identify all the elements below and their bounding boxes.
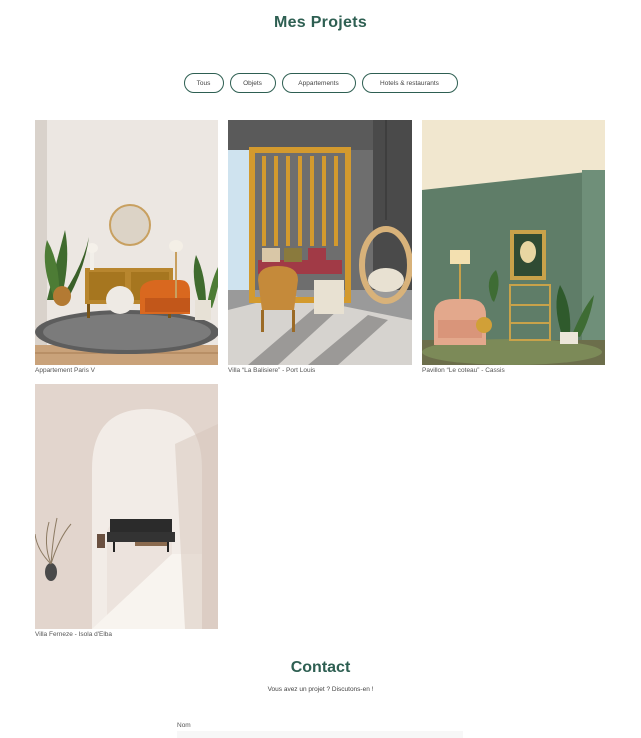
project-image-arched-hallway[interactable] — [35, 384, 218, 629]
project-image-living-room[interactable] — [35, 120, 218, 365]
filter-apartments-button[interactable]: Appartements — [281, 73, 356, 93]
name-field[interactable] — [177, 731, 463, 738]
filter-objects-button[interactable]: Objets — [229, 73, 276, 93]
project-image-green-salon[interactable] — [422, 120, 605, 365]
project-caption: Villa “La Balisiere” - Port Louis — [228, 367, 316, 374]
contact-title: Contact — [290, 659, 351, 676]
project-card-paris[interactable]: Appartement Paris V — [35, 120, 218, 376]
filter-all-button[interactable]: Tous — [183, 73, 224, 93]
project-card-port-louis[interactable]: Villa “La Balisiere” - Port Louis — [228, 120, 412, 376]
page-title: Mes Projets — [273, 14, 368, 31]
project-image-patio[interactable] — [228, 120, 412, 365]
contact-subtitle: Vous avez un projet ? Discutons-en ! — [267, 686, 374, 693]
project-caption: Pavillon “Le coteau” - Cassis — [422, 367, 505, 374]
name-field-label: Nom — [177, 722, 191, 729]
project-caption: Appartement Paris V — [35, 367, 95, 374]
project-card-elba[interactable]: Villa Ferneze - Isola d'Elba — [35, 384, 218, 640]
filter-bar: Tous Objets Appartements Hotels & restau… — [0, 73, 641, 93]
project-caption: Villa Ferneze - Isola d'Elba — [35, 631, 112, 638]
filter-hotels-button[interactable]: Hotels & restaurants — [361, 73, 458, 93]
project-card-cassis[interactable]: Pavillon “Le coteau” - Cassis — [422, 120, 605, 376]
